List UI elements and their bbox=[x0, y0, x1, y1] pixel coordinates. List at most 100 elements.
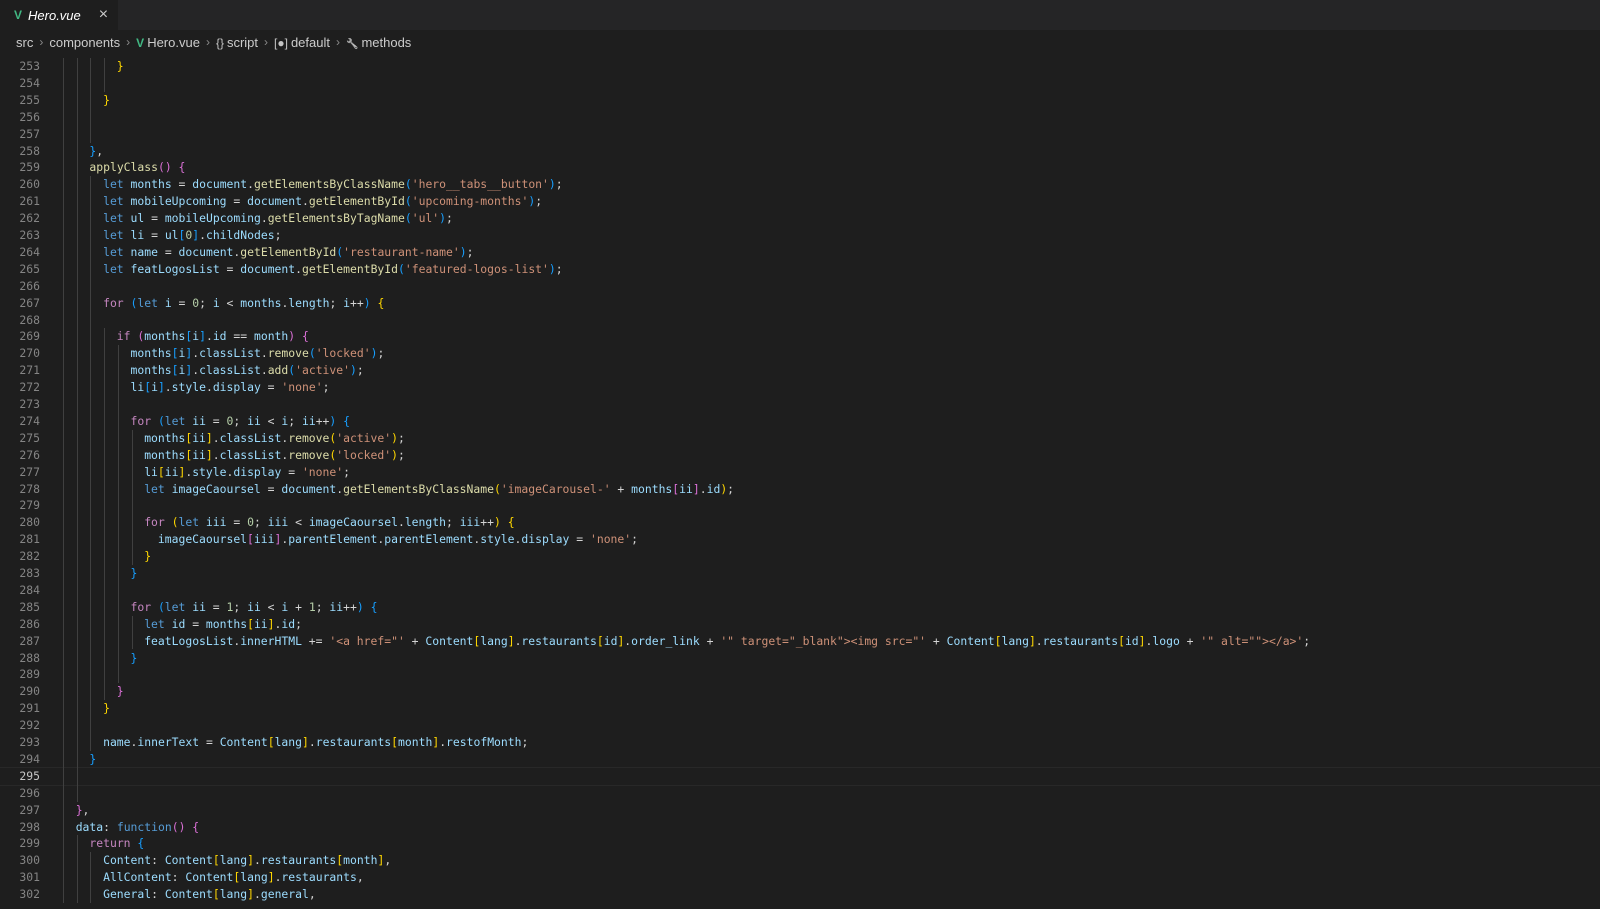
code-line[interactable]: 299 return { bbox=[0, 835, 1600, 852]
code-token: length bbox=[404, 515, 446, 530]
code-line[interactable]: 273 bbox=[0, 396, 1600, 413]
module-icon: [●] bbox=[274, 35, 288, 50]
code-token: + bbox=[288, 599, 309, 614]
code-line[interactable]: 283} bbox=[0, 565, 1600, 582]
close-icon[interactable]: × bbox=[99, 6, 108, 24]
line-number: 266 bbox=[19, 278, 40, 293]
breadcrumb-item[interactable]: {} script bbox=[216, 35, 258, 50]
code-line[interactable]: 290} bbox=[0, 683, 1600, 700]
code-line[interactable]: 279 bbox=[0, 497, 1600, 514]
code-line[interactable]: 254 bbox=[0, 75, 1600, 92]
code-line[interactable]: 300 Content: Content[lang].restaurants[mo… bbox=[0, 852, 1600, 869]
indent-guide bbox=[104, 328, 106, 701]
code-editor[interactable]: 253} 254 255} 256 257 258}, 259 applyClass() {2… bbox=[0, 53, 1600, 909]
code-line[interactable]: 301 AllContent: Content[lang].restaurants… bbox=[0, 869, 1600, 886]
code-token: ( bbox=[157, 599, 165, 614]
breadcrumb-item[interactable]: [●] default bbox=[274, 35, 330, 50]
code-line[interactable]: 277 li[ii].style.display = 'none'; bbox=[0, 464, 1600, 481]
tab-hero-vue[interactable]: V Hero.vue × bbox=[0, 0, 119, 30]
code-line[interactable]: 289 bbox=[0, 666, 1600, 683]
code-token: 'restaurant-name' bbox=[343, 244, 460, 259]
code-line[interactable]: 296 bbox=[0, 785, 1600, 802]
code-token: = bbox=[281, 464, 302, 479]
code-line[interactable]: 284 bbox=[0, 582, 1600, 599]
code-token: style bbox=[192, 464, 227, 479]
code-line[interactable]: 302 General: Content[lang].general, bbox=[0, 886, 1600, 903]
code-token: General bbox=[103, 887, 152, 902]
code-line[interactable]: 298 data: function() { bbox=[0, 819, 1600, 836]
breadcrumb-label: Hero.vue bbox=[147, 34, 200, 50]
code-line[interactable]: 266 bbox=[0, 278, 1600, 295]
line-number: 255 bbox=[19, 92, 40, 107]
code-token: ; bbox=[535, 194, 543, 209]
code-line[interactable]: 264 let name = document.getElementById('r… bbox=[0, 244, 1600, 261]
line-number: 254 bbox=[19, 75, 40, 90]
code-token: months bbox=[631, 481, 673, 496]
code-line[interactable]: 275 months[ii].classList.remove('active')… bbox=[0, 430, 1600, 447]
code-line[interactable]: 265 let featLogosList = document.getEleme… bbox=[0, 261, 1600, 278]
code-token: i bbox=[343, 295, 351, 310]
code-line[interactable]: 286 let id = months[ii].id; bbox=[0, 616, 1600, 633]
code-line[interactable]: 293 name.innerText = Content[lang].restau… bbox=[0, 734, 1600, 751]
code-line[interactable]: 280 for (let iii = 0; iii < imageCaoursel… bbox=[0, 514, 1600, 531]
code-line[interactable]: 297}, bbox=[0, 802, 1600, 819]
code-line[interactable]: 281 imageCaoursel[iii].parentElement.pare… bbox=[0, 531, 1600, 548]
code-line[interactable]: 268 bbox=[0, 312, 1600, 329]
code-line[interactable]: 270 months[i].classList.remove('locked'); bbox=[0, 345, 1600, 362]
code-line[interactable]: 263 let li = ul[0].childNodes; bbox=[0, 227, 1600, 244]
line-number: 271 bbox=[19, 363, 40, 378]
code-token: months bbox=[130, 363, 172, 378]
code-token: imageCaoursel bbox=[157, 532, 248, 547]
indent-guide bbox=[76, 835, 78, 903]
breadcrumb-item[interactable]: V Hero.vue bbox=[136, 35, 200, 50]
code-line[interactable]: 257 bbox=[0, 126, 1600, 143]
code-token: = bbox=[171, 295, 193, 310]
code-line[interactable]: 288} bbox=[0, 650, 1600, 667]
code-token: id bbox=[212, 329, 227, 344]
indent-guide bbox=[131, 429, 133, 565]
code-line[interactable]: 294} bbox=[0, 751, 1600, 768]
code-line[interactable]: 258}, bbox=[0, 143, 1600, 160]
code-token: [ bbox=[1118, 633, 1125, 648]
code-token: = bbox=[185, 616, 206, 631]
code-token: Content bbox=[946, 633, 995, 648]
code-token: ii bbox=[164, 464, 179, 479]
code-line[interactable]: 271 months[i].classList.add('active'); bbox=[0, 362, 1600, 379]
code-line[interactable]: 255} bbox=[0, 92, 1600, 109]
code-token: display bbox=[521, 532, 570, 547]
code-token: featLogosList bbox=[144, 633, 234, 648]
code-line[interactable]: 295 bbox=[0, 766, 1600, 786]
code-line[interactable]: 291} bbox=[0, 700, 1600, 717]
code-token: = bbox=[144, 211, 165, 226]
code-line[interactable]: 287 featLogosList. innerHTML += '<a href="… bbox=[0, 633, 1600, 650]
breadcrumb-item[interactable]: components bbox=[49, 35, 120, 50]
code-line[interactable]: 276 months[ii].classList.remove('locked')… bbox=[0, 447, 1600, 464]
code-line[interactable]: 259 applyClass() { bbox=[0, 159, 1600, 176]
breadcrumb-item[interactable]: src bbox=[16, 35, 33, 50]
code-token: '" target="_blank"><img src="' bbox=[720, 633, 927, 648]
code-line[interactable]: 269 if (months[i].id == month) { bbox=[0, 328, 1600, 345]
indent-guide bbox=[76, 58, 78, 802]
code-line[interactable]: 267 for (let i = 0; i < months.length; i+… bbox=[0, 295, 1600, 312]
code-text: } bbox=[131, 650, 138, 667]
code-line[interactable]: 285 for (let ii = 1; ii < i + 1; ii++) { bbox=[0, 599, 1600, 616]
code-line[interactable]: 282} bbox=[0, 548, 1600, 565]
code-line[interactable]: 262 let ul = mobileUpcoming.getElementsBy… bbox=[0, 210, 1600, 227]
code-line[interactable]: 292 bbox=[0, 717, 1600, 734]
code-line[interactable]: 261 let mobileUpcoming = document.getElem… bbox=[0, 193, 1600, 210]
code-line[interactable]: 253} bbox=[0, 58, 1600, 75]
code-line[interactable]: 278 let imageCaoursel = document. getEleme… bbox=[0, 481, 1600, 498]
code-text: } bbox=[89, 751, 96, 768]
code-token: ; bbox=[343, 464, 350, 479]
code-line[interactable]: 260 let months = document.getElementsByCl… bbox=[0, 176, 1600, 193]
code-text: for (let ii = 1; ii < i + 1; ii++) { bbox=[131, 599, 378, 616]
code-line[interactable]: 274 for (let ii = 0; ii < i; ii++) { bbox=[0, 413, 1600, 430]
code-token: let bbox=[178, 515, 206, 530]
code-line[interactable]: 256 bbox=[0, 109, 1600, 126]
code-token: iii bbox=[267, 515, 289, 530]
code-text: } bbox=[117, 58, 124, 75]
line-number: 302 bbox=[19, 887, 40, 902]
breadcrumb-item[interactable]: 🔧 methods bbox=[346, 35, 411, 50]
code-line[interactable]: 272 li[i].style.display = 'none'; bbox=[0, 379, 1600, 396]
code-token: li bbox=[130, 228, 145, 242]
